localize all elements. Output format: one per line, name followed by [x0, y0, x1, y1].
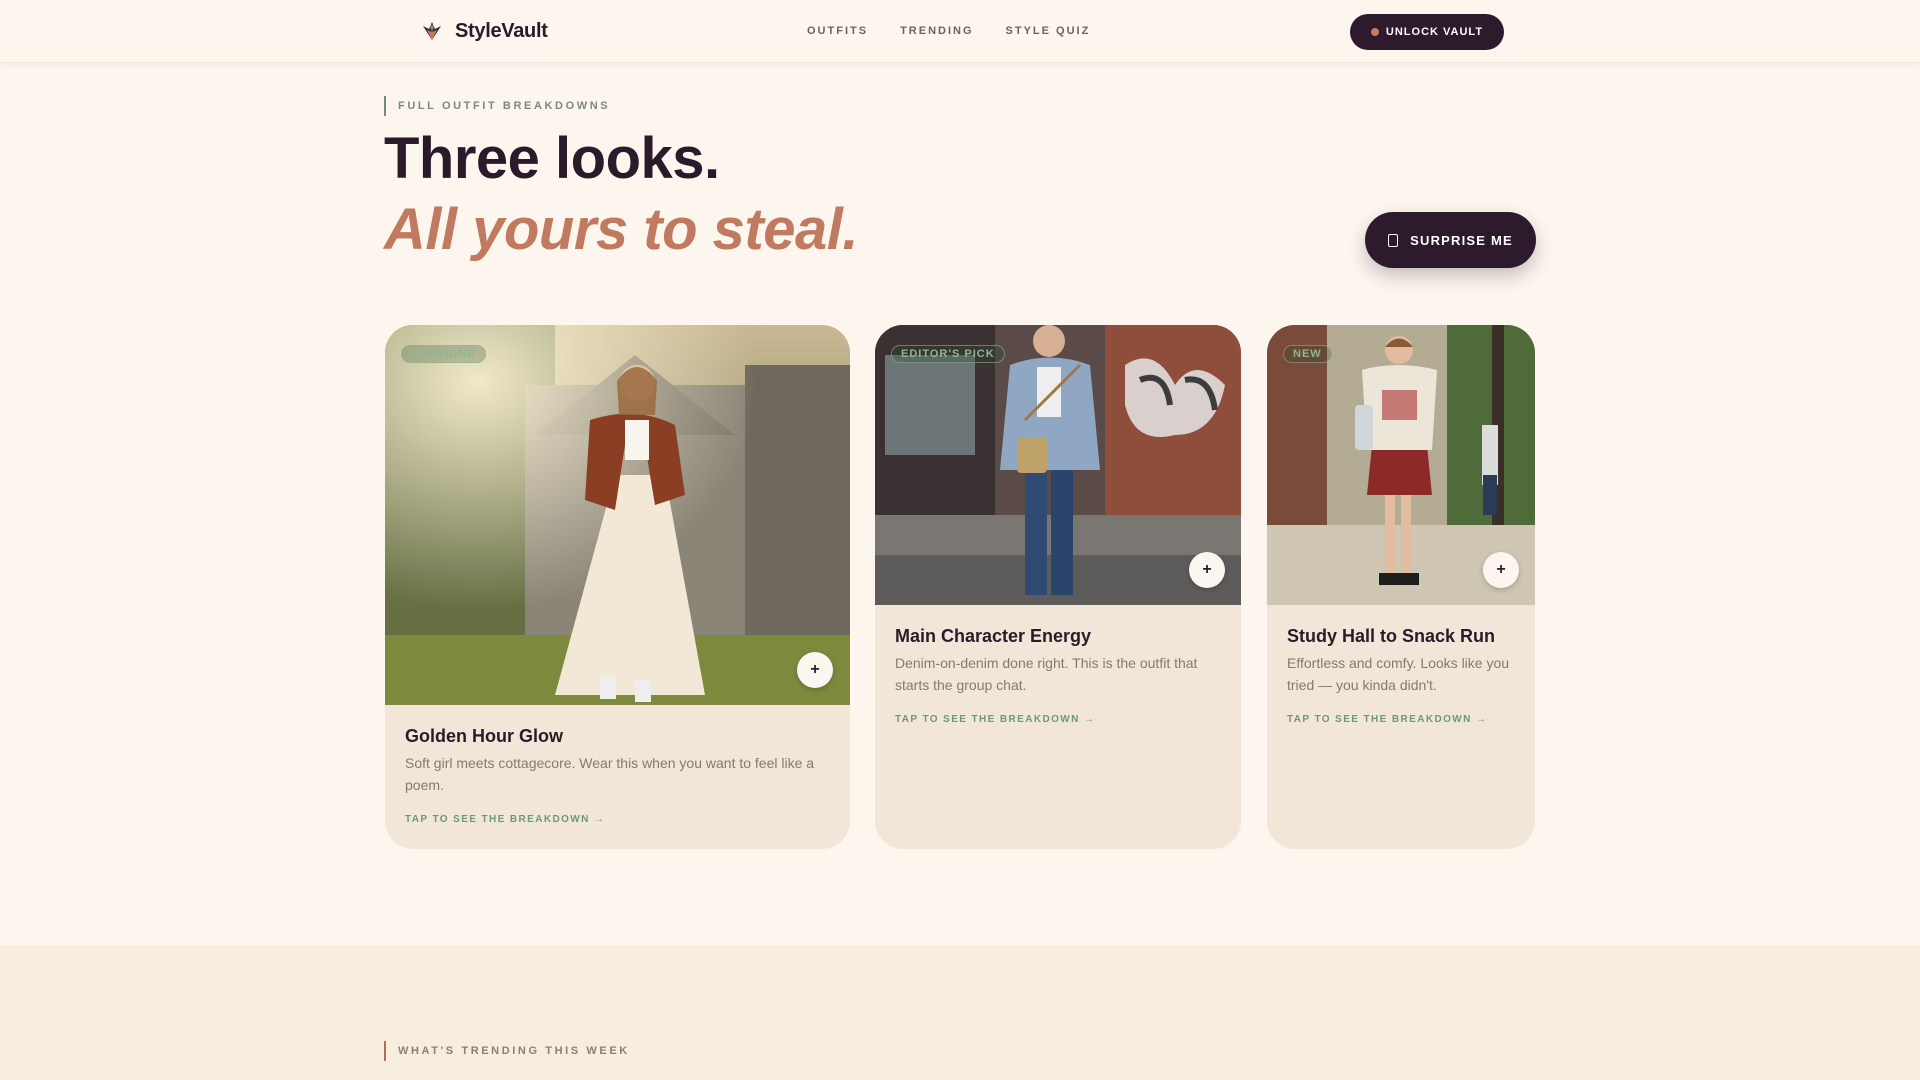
card-description: Denim-on-denim done right. This is the o…: [895, 655, 1198, 693]
trending-section: [0, 945, 1920, 1080]
nav-trending[interactable]: TRENDING: [900, 25, 973, 37]
nav-style-quiz[interactable]: STYLE QUIZ: [1006, 25, 1091, 37]
card-title: Main Character Energy: [895, 626, 1092, 646]
card-description: Soft girl meets cottagecore. Wear this w…: [405, 755, 815, 793]
section-eyebrow: FULL OUTFIT BREAKDOWNS: [384, 96, 610, 116]
trending-badge: TRENDING: [401, 345, 487, 363]
hero-title-line1: Three looks.: [384, 126, 720, 191]
see-breakdown-link[interactable]: TAP TO SEE THE BREAKDOWN →: [405, 814, 605, 825]
card-title: Study Hall to Snack Run: [1287, 626, 1496, 646]
add-outfit-button[interactable]: +: [1189, 552, 1225, 588]
brand-logo-icon: [423, 22, 441, 40]
see-breakdown-link[interactable]: TAP TO SEE THE BREAKDOWN →: [1287, 714, 1487, 725]
nav-outfits[interactable]: OUTFITS: [807, 25, 868, 37]
card-title: Golden Hour Glow: [405, 726, 563, 746]
see-breakdown-link[interactable]: TAP TO SEE THE BREAKDOWN →: [895, 714, 1095, 725]
hero-title-line2: All yours to steal.: [384, 197, 858, 262]
outfit-card-main-character[interactable]: EDITOR'S PICK + Main Character Energy De…: [875, 325, 1241, 849]
top-nav-bar: StyleVault OUTFITS TRENDING STYLE QUIZ U…: [0, 0, 1920, 63]
trending-eyebrow: WHAT'S TRENDING THIS WEEK: [384, 1041, 630, 1061]
brand[interactable]: StyleVault: [419, 18, 548, 44]
dot-icon: [1370, 28, 1379, 36]
surprise-me-button[interactable]: SURPRISE ME: [1365, 212, 1536, 268]
new-badge: NEW: [1283, 345, 1332, 363]
brand-name: StyleVault: [455, 19, 548, 42]
outfit-photo: [875, 325, 1241, 605]
unlock-vault-label: UNLOCK VAULT: [1385, 26, 1484, 38]
add-outfit-button[interactable]: +: [1483, 552, 1519, 588]
add-outfit-button[interactable]: +: [797, 652, 833, 688]
card-description: Effortless and comfy. Looks like you tri…: [1287, 655, 1510, 693]
surprise-me-label: SURPRISE ME: [1410, 232, 1513, 248]
outfit-card-study-hall[interactable]: NEW + Study Hall to Snack Run Effortless…: [1267, 325, 1535, 849]
shuffle-icon: [1388, 233, 1399, 247]
editors-pick-badge: EDITOR'S PICK: [891, 345, 1005, 363]
outfit-photo: [385, 325, 850, 705]
outfit-card-golden-hour[interactable]: TRENDING + Golden Hour Glow Soft girl me…: [385, 325, 850, 849]
unlock-vault-button[interactable]: UNLOCK VAULT: [1350, 14, 1504, 50]
main-nav: OUTFITS TRENDING STYLE QUIZ: [807, 25, 1090, 37]
